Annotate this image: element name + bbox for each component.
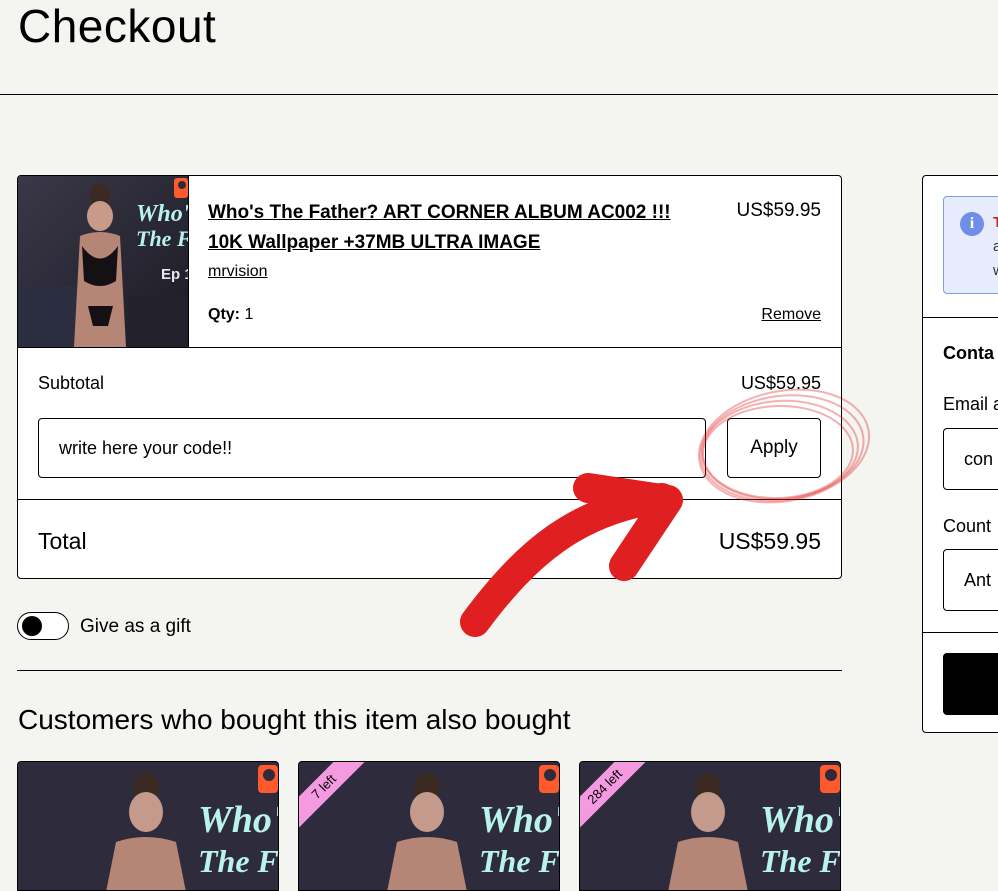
product-art-text-2: The Fat <box>198 843 279 879</box>
thumbnail-art-text-1: Who's <box>136 201 188 227</box>
toggle-knob <box>22 616 42 636</box>
patreon-logo-icon <box>174 178 188 198</box>
patreon-logo-icon <box>539 765 559 793</box>
item-thumbnail[interactable]: Who's The Fat Ep 1 <box>18 176 189 347</box>
total-label: Total <box>38 528 87 554</box>
cart-card: Who's The Fat Ep 1 Who's The Father? ART… <box>17 175 842 579</box>
product-art-text-1: Who's <box>479 799 560 841</box>
email-label: Email a <box>943 394 998 414</box>
subtotal-value: US$59.95 <box>740 373 821 393</box>
total-value: US$59.95 <box>718 528 821 554</box>
patreon-logo-icon <box>820 765 840 793</box>
notice-line: T <box>993 214 998 231</box>
checkout-side-panel: i T a w Conta Email a con Count Ant <box>922 175 998 733</box>
discount-code-input[interactable]: write here your code!! <box>38 418 706 478</box>
quantity-label: Qty: <box>208 306 240 323</box>
gift-label: Give as a gift <box>80 616 191 637</box>
item-quantity: Qty: 1 <box>208 306 253 324</box>
subtotal-label: Subtotal <box>38 373 105 393</box>
notice-line: a <box>993 238 998 255</box>
item-price: US$59.95 <box>736 200 821 221</box>
header-divider <box>0 94 998 95</box>
product-art-text-1: Who's <box>198 799 279 841</box>
gift-toggle[interactable] <box>17 612 69 640</box>
page-title: Checkout <box>18 0 217 52</box>
info-icon: i <box>960 212 984 236</box>
email-field[interactable]: con <box>943 428 998 490</box>
info-notice: i T a w <box>943 196 998 294</box>
item-title-line-1: Who's The Father? ART CORNER ALBUM AC002… <box>208 202 671 223</box>
patreon-logo-icon <box>258 765 278 793</box>
side-divider <box>923 317 998 318</box>
product-art-text-2: The Fat <box>479 843 560 879</box>
pay-button[interactable] <box>943 653 998 715</box>
remove-item-link[interactable]: Remove <box>761 306 821 324</box>
related-product-card-3[interactable]: Who's The Fat 284 left <box>579 761 841 891</box>
notice-text: T a w <box>993 211 998 283</box>
product-art-text-1: Who's <box>760 799 841 841</box>
item-title-link[interactable]: Who's The Father? ART CORNER ALBUM AC002… <box>208 198 708 258</box>
side-divider <box>923 632 998 633</box>
creator-link[interactable]: mrvision <box>208 263 268 281</box>
total-divider <box>18 499 841 500</box>
item-title-line-2: 10K Wallpaper +37MB ULTRA IMAGE <box>208 232 541 253</box>
section-divider <box>17 670 842 671</box>
country-label: Count <box>943 516 992 536</box>
apply-code-button[interactable]: Apply <box>727 418 821 478</box>
contact-heading: Conta <box>943 343 994 363</box>
related-product-card-2[interactable]: Who's The Fat 7 left <box>298 761 560 891</box>
country-select[interactable]: Ant <box>943 549 998 611</box>
cart-item: Who's The Fat Ep 1 Who's The Father? ART… <box>18 176 841 348</box>
product-art-text-2: The Fat <box>760 843 841 879</box>
related-product-card-1[interactable]: Who's The Fat <box>17 761 279 891</box>
related-products-heading: Customers who bought this item also boug… <box>18 704 571 735</box>
thumbnail-art-text-2: The Fat <box>136 226 188 251</box>
notice-line: w <box>993 259 998 283</box>
quantity-value: 1 <box>244 306 254 323</box>
thumbnail-episode-text: Ep 1 <box>161 266 188 283</box>
